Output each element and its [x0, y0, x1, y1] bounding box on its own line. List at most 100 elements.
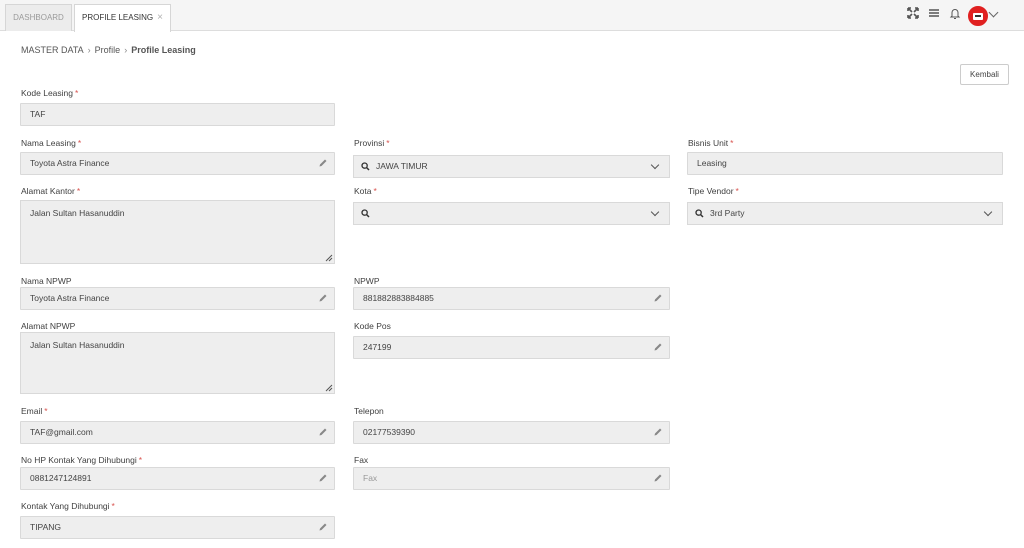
menu-icon[interactable]: [927, 7, 941, 23]
chevron-down-icon[interactable]: [988, 7, 999, 18]
kontak-label: Kontak Yang Dihubungi *: [21, 501, 115, 511]
label-text: Provinsi: [354, 138, 385, 148]
required-mark: *: [730, 138, 734, 148]
kota-select[interactable]: [353, 202, 670, 225]
field-value: Leasing: [697, 158, 727, 168]
label-text: Kode Pos: [354, 321, 391, 331]
kota-label: Kota *: [354, 186, 377, 196]
select-value: JAWA TIMUR: [376, 161, 428, 171]
chevron-down-icon: [650, 207, 660, 217]
label-text: Nama NPWP: [21, 276, 72, 286]
fax-field[interactable]: Fax: [353, 467, 670, 490]
label-text: Email: [21, 406, 43, 416]
field-value: Toyota Astra Finance: [30, 293, 110, 303]
label-text: Alamat NPWP: [21, 321, 76, 331]
search-icon: [695, 209, 704, 218]
tipe-vendor-select[interactable]: 3rd Party: [687, 202, 1003, 225]
search-icon: [361, 162, 370, 171]
required-mark: *: [77, 138, 82, 148]
top-bar: DASHBOARD PROFILE LEASING ×: [0, 0, 1024, 32]
required-mark: *: [735, 186, 739, 196]
expand-icon[interactable]: [906, 7, 920, 23]
pencil-icon: [319, 294, 327, 302]
required-mark: *: [44, 406, 48, 416]
label-text: Kontak Yang Dihubungi: [21, 501, 110, 511]
email-label: Email *: [21, 406, 48, 416]
label-text: Telepon: [354, 406, 384, 416]
field-value: TIPANG: [30, 522, 62, 532]
close-icon[interactable]: ×: [157, 5, 163, 30]
required-mark: *: [386, 138, 390, 148]
alamat-npwp-textarea[interactable]: Jalan Sultan Hasanuddin: [20, 332, 335, 394]
field-placeholder: Fax: [363, 473, 378, 483]
pencil-icon: [654, 294, 662, 302]
provinsi-select[interactable]: JAWA TIMUR: [353, 155, 670, 178]
kontak-field[interactable]: TIPANG: [20, 516, 335, 539]
label-text: Nama Leasing: [21, 138, 76, 148]
no-hp-field[interactable]: 0881247124891: [20, 467, 335, 490]
field-value: TAF@gmail.com: [30, 427, 93, 437]
label-text: Alamat Kantor: [21, 186, 75, 196]
chevron-down-icon: [650, 160, 660, 170]
field-value: 247199: [363, 342, 392, 352]
search-icon: [361, 209, 370, 218]
field-value: Toyota Astra Finance: [30, 158, 110, 168]
alamat-npwp-label: Alamat NPWP: [21, 321, 75, 331]
bell-icon[interactable]: [948, 7, 962, 23]
breadcrumb: MASTER DATA › Profile › Profile Leasing: [21, 45, 196, 55]
telepon-field[interactable]: 02177539390: [353, 421, 670, 444]
provinsi-label: Provinsi *: [354, 138, 390, 148]
nama-npwp-field[interactable]: Toyota Astra Finance: [20, 287, 335, 310]
telepon-label: Telepon: [354, 406, 384, 416]
label-text: Bisnis Unit: [688, 138, 729, 148]
required-mark: *: [373, 186, 377, 196]
breadcrumb-sep: ›: [124, 45, 128, 55]
npwp-field[interactable]: 881882883884885: [353, 287, 670, 310]
fax-label: Fax: [354, 455, 368, 465]
required-mark: *: [76, 186, 81, 196]
label-text: No HP Kontak Yang Dihubungi: [21, 455, 137, 465]
field-value: 0881247124891: [30, 473, 92, 483]
resize-handle-icon[interactable]: [325, 254, 333, 262]
breadcrumb-current: Profile Leasing: [131, 45, 196, 55]
tab-label: PROFILE LEASING: [82, 13, 154, 22]
kode-leasing-field[interactable]: TAF: [20, 103, 335, 126]
resize-handle-icon[interactable]: [325, 384, 333, 392]
alamat-kantor-textarea[interactable]: Jalan Sultan Hasanuddin: [20, 200, 335, 264]
tab-profile-leasing[interactable]: PROFILE LEASING ×: [74, 4, 171, 32]
breadcrumb-profile[interactable]: Profile: [95, 45, 121, 55]
email-field[interactable]: TAF@gmail.com: [20, 421, 335, 444]
pencil-icon: [654, 474, 662, 482]
user-avatar-icon[interactable]: [968, 6, 988, 26]
pencil-icon: [319, 523, 327, 531]
tab-dashboard[interactable]: DASHBOARD: [5, 4, 72, 31]
required-mark: *: [138, 455, 143, 465]
kode-pos-field[interactable]: 247199: [353, 336, 670, 359]
required-mark: *: [75, 88, 79, 98]
breadcrumb-sep: ›: [87, 45, 91, 55]
field-value: TAF: [30, 109, 46, 119]
npwp-label: NPWP: [354, 276, 380, 286]
pencil-icon: [319, 428, 327, 436]
no-hp-label: No HP Kontak Yang Dihubungi *: [21, 455, 142, 465]
breadcrumb-master-data[interactable]: MASTER DATA: [21, 45, 84, 55]
nama-npwp-label: Nama NPWP: [21, 276, 72, 286]
alamat-kantor-label: Alamat Kantor *: [21, 186, 80, 196]
field-value: Jalan Sultan Hasanuddin: [30, 340, 125, 350]
field-value: 881882883884885: [363, 293, 434, 303]
nama-leasing-label: Nama Leasing *: [21, 138, 81, 148]
nama-leasing-field[interactable]: Toyota Astra Finance: [20, 152, 335, 175]
label-text: Tipe Vendor: [688, 186, 734, 196]
back-button[interactable]: Kembali: [960, 64, 1009, 85]
pencil-icon: [319, 474, 327, 482]
pencil-icon: [319, 159, 327, 167]
label-text: NPWP: [354, 276, 380, 286]
kode-leasing-label: Kode Leasing *: [21, 88, 78, 98]
label-text: Kota: [354, 186, 372, 196]
kode-pos-label: Kode Pos: [354, 321, 391, 331]
label-text: Kode Leasing: [21, 88, 73, 98]
bisnis-unit-field[interactable]: Leasing: [687, 152, 1003, 175]
pencil-icon: [654, 428, 662, 436]
required-mark: *: [111, 501, 115, 511]
select-value: 3rd Party: [710, 208, 745, 218]
